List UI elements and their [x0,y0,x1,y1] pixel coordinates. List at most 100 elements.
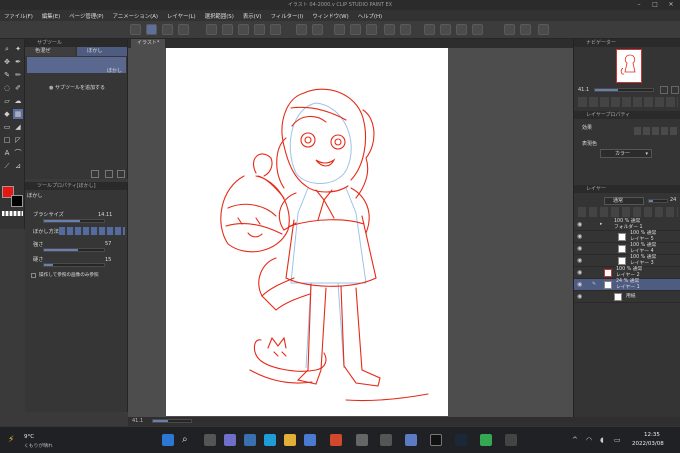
eye-icon[interactable]: ◉ [577,258,583,264]
layer-row[interactable]: ◉ 100 % 通常 レイヤー 5 [574,231,680,243]
add-subtool-button[interactable]: ● サブツールを追加する [49,84,105,91]
blur-method-selector[interactable] [59,227,125,235]
pen-icon[interactable]: ✒ [13,57,23,67]
fill-button[interactable] [350,24,361,35]
brush-size-slider[interactable] [43,219,105,223]
weather-icon[interactable]: ⚡ [8,435,14,445]
navigator-preview[interactable] [616,49,642,83]
menu-page[interactable]: ページ管理(P) [69,12,103,20]
firefox-icon[interactable] [330,434,342,446]
widgets-icon[interactable] [224,434,236,446]
transparent-color-swatch[interactable] [2,211,23,216]
layer-row[interactable]: ◉ 用紙 [574,291,680,303]
undo-icon[interactable] [296,24,307,35]
canvas-view-button[interactable] [146,24,157,35]
reference-checkbox[interactable] [31,273,36,278]
lasso-icon[interactable]: ◌ [2,83,12,93]
clear-button[interactable] [334,24,345,35]
task-view-icon[interactable] [204,434,216,446]
steam-icon[interactable] [455,434,467,446]
ruler-snap-button[interactable] [538,24,549,35]
clock-time[interactable]: 12:35 [644,432,660,438]
brush-size-value[interactable]: 14.11 [98,212,112,218]
subtool-copy-icon[interactable] [91,170,99,178]
clip-studio-icon[interactable] [405,434,417,446]
menu-window[interactable]: ウィンドウ(W) [312,12,349,20]
transform-button[interactable] [384,24,395,35]
store-icon[interactable] [304,434,316,446]
file-explorer-icon[interactable] [244,434,256,446]
subtool-item-blur[interactable]: ぼかし [27,57,126,74]
eye-icon[interactable]: ◉ [577,294,583,300]
move-icon[interactable]: ✥ [2,57,12,67]
export-button[interactable] [222,24,233,35]
shape-icon[interactable]: ◢ [13,122,23,132]
opacity-slider[interactable] [648,199,668,203]
minimize-icon[interactable]: – [632,0,646,10]
grid-button[interactable] [520,24,531,35]
settings-gear-icon[interactable] [380,434,392,446]
airbrush-icon[interactable]: ✐ [13,83,23,93]
layer-toolbar[interactable] [578,207,678,217]
brush-icon[interactable]: ✎ [2,70,12,80]
sub-color-swatch[interactable] [11,195,23,207]
eye-icon[interactable]: ◉ [577,270,583,276]
zoom-out-icon[interactable] [671,86,679,94]
canvas-zoom[interactable]: 41.1 [132,417,143,426]
search-icon[interactable]: ⌕ [182,434,194,446]
print-button[interactable] [206,24,217,35]
chrome-icon[interactable] [480,434,492,446]
eye-icon[interactable]: ◉ [577,234,583,240]
eye-icon[interactable]: ◉ [577,282,583,288]
wifi-icon[interactable]: ◠ [586,436,592,444]
menu-animation[interactable]: アニメーション(A) [113,12,158,20]
hardness-slider[interactable] [43,263,105,267]
deselect-button[interactable] [424,24,435,35]
layer-row[interactable]: ◉ 100 % 通常 レイヤー 4 [574,243,680,255]
fill-color-button[interactable] [366,24,377,35]
navigator-controls[interactable] [578,97,678,107]
subtool-delete-icon[interactable] [117,170,125,178]
sparkle-icon[interactable]: ✦ [13,44,23,54]
select-layer-button[interactable] [456,24,467,35]
invert-selection-button[interactable] [440,24,451,35]
zoom-in-icon[interactable] [660,86,668,94]
settings-button[interactable] [270,24,281,35]
menu-view[interactable]: 表示(V) [243,12,262,20]
canvas-paper[interactable] [166,48,448,416]
layer-row[interactable]: ◉ 100 % 通常 レイヤー 3 [574,255,680,267]
navigator-zoom[interactable]: 41.1 [578,87,589,93]
fill-icon[interactable]: ◆ [2,109,12,119]
strength-value[interactable]: 57 [105,241,111,247]
folder-app-icon[interactable] [284,434,296,446]
maximize-icon[interactable]: □ [648,0,662,10]
eraser-icon[interactable]: ▱ [2,96,12,106]
eye-icon[interactable]: ◉ [577,222,583,228]
subtool-tab-blend[interactable]: 色混ぜ [25,47,75,56]
blend-icon[interactable]: ☁ [13,96,23,106]
edge-icon[interactable] [264,434,276,446]
eye-icon[interactable]: ◉ [577,246,583,252]
layer-row-selected[interactable]: ◉ ✎ 24 % 通常 レイヤー 1 [574,279,680,291]
navigator-zoom-slider[interactable] [594,88,654,92]
effect-buttons[interactable] [634,127,678,135]
battery-icon[interactable]: ▭ [614,436,621,444]
close-icon[interactable]: ✕ [664,0,678,10]
text-icon[interactable]: A [2,148,12,158]
save-button[interactable] [178,24,189,35]
subtool-tab-blur[interactable]: ぼかし [77,47,127,56]
subtool-new-icon[interactable] [105,170,113,178]
menu-layer[interactable]: レイヤー(L) [167,12,196,20]
strength-slider[interactable] [43,248,105,252]
layer-row[interactable]: ◉ 100 % 通常 レイヤー 2 [574,267,680,279]
tray-chevron-icon[interactable]: ^ [572,436,578,444]
gradient-icon[interactable]: ▭ [2,122,12,132]
davinci-icon[interactable] [430,434,442,446]
share-button[interactable] [254,24,265,35]
blend-mode-select[interactable]: 通常 [604,197,644,205]
blur-icon[interactable]: ▦ [13,109,23,119]
windows-start-icon[interactable] [162,434,174,446]
menu-edit[interactable]: 編集(E) [42,12,60,20]
balloon-icon[interactable]: ⌒ [13,148,23,158]
misc-app-icon[interactable] [505,434,517,446]
